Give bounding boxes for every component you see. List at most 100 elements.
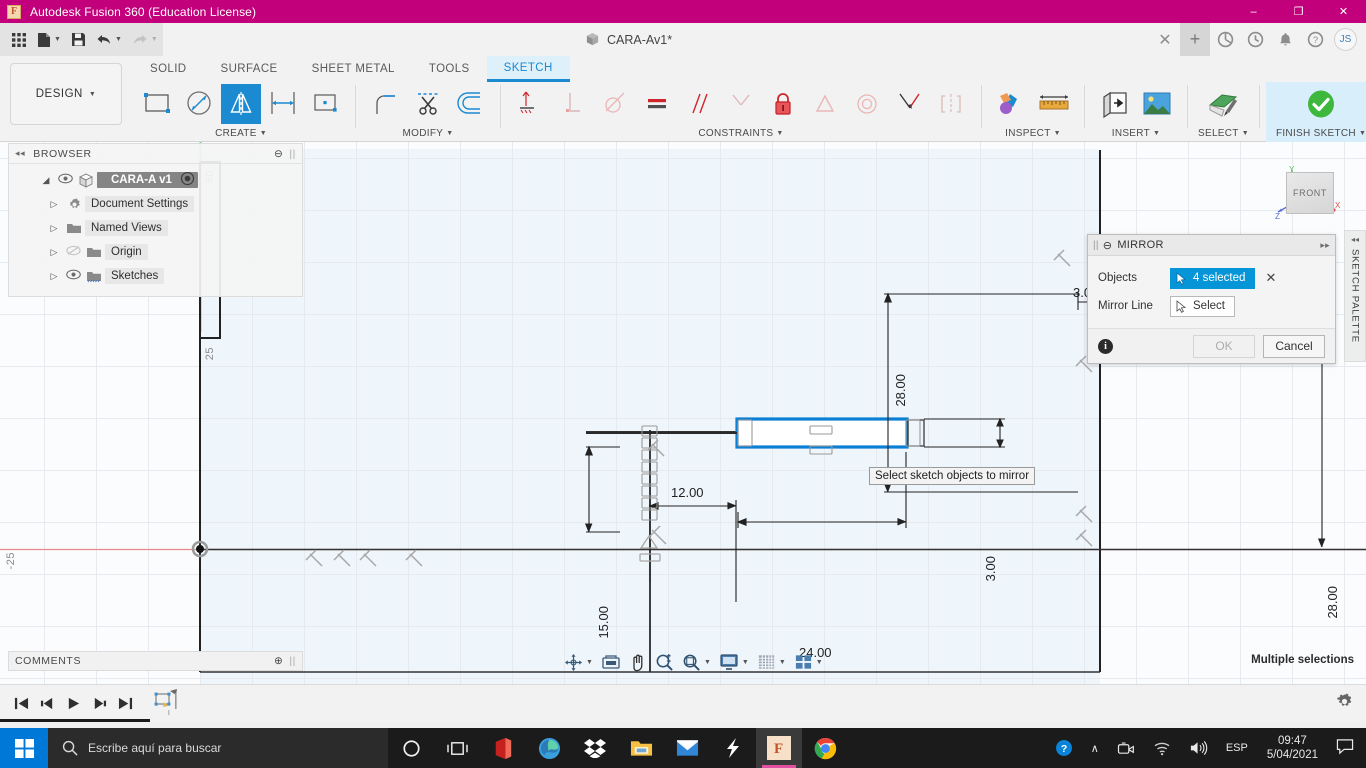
taskbar-search-box[interactable]: Escribe aquí para buscar [48, 728, 388, 768]
undo-icon[interactable]: ▼ [91, 28, 127, 52]
tab-surface[interactable]: SURFACE [204, 56, 295, 82]
chevron-down-icon[interactable]: ▼ [779, 659, 786, 666]
chevron-down-icon[interactable]: ▼ [151, 36, 158, 43]
dimension-value[interactable]: 28.00 [1325, 586, 1340, 619]
document-tab[interactable]: CARA-Av1* [585, 23, 672, 56]
chevron-down-icon[interactable]: ▼ [1242, 130, 1249, 137]
browser-item-named-views[interactable]: ▷ Named Views [9, 216, 302, 240]
dimension-value[interactable]: 15.00 [596, 606, 611, 639]
task-view-icon[interactable] [434, 728, 480, 768]
tray-chevron-up-icon[interactable]: ∧ [1082, 742, 1108, 755]
close-button[interactable]: ✕ [1321, 0, 1366, 23]
notification-icon[interactable] [1328, 738, 1366, 758]
workspace-switcher[interactable]: DESIGN ▼ [10, 63, 122, 125]
browser-item-root[interactable]: ◢ CARA-A v1 [9, 168, 302, 192]
job-status-icon[interactable] [1240, 23, 1270, 56]
dropbox-icon[interactable] [572, 728, 618, 768]
finish-sketch-check-icon[interactable] [1301, 84, 1341, 124]
display-settings-icon[interactable]: ▼ [716, 653, 752, 671]
cancel-button[interactable]: Cancel [1263, 334, 1325, 358]
visibility-hidden-icon[interactable] [63, 245, 83, 259]
orbit-icon[interactable]: ▼ [561, 653, 596, 672]
finish-sketch-button[interactable]: FINISH SKETCH ▼ [1265, 82, 1366, 142]
modify-trim-icon[interactable] [408, 84, 448, 124]
constraint-horizontal-vertical-icon[interactable] [637, 84, 677, 124]
inspect-ruler-icon[interactable] [1034, 84, 1074, 124]
expand-triangle-icon[interactable]: ◢ [37, 175, 55, 186]
mirror-line-selection[interactable]: Select [1170, 295, 1235, 317]
chevron-down-icon[interactable]: ▼ [776, 130, 783, 137]
pan-icon[interactable] [626, 653, 650, 672]
lightning-icon[interactable] [710, 728, 756, 768]
visibility-eye-icon[interactable] [63, 269, 83, 283]
create-dimension-icon[interactable] [263, 84, 303, 124]
add-comment-icon[interactable]: ⊕ [274, 655, 283, 667]
select-tool-icon[interactable] [1203, 84, 1243, 124]
chevron-down-icon[interactable]: ▼ [446, 130, 453, 137]
constraint-perpendicular-icon[interactable] [553, 84, 593, 124]
chevron-down-icon[interactable]: ▼ [1359, 130, 1366, 137]
document-tab-close-icon[interactable]: ✕ [1150, 23, 1180, 56]
save-icon[interactable] [66, 28, 91, 52]
mirror-dialog[interactable]: || ⊖ MIRROR ▸▸ Objects 4 selected ✕ Mirr… [1087, 234, 1336, 364]
browser-minimize-icon[interactable]: ⊖ [274, 148, 283, 160]
chevron-down-icon[interactable]: ▼ [1054, 130, 1061, 137]
modify-fillet-icon[interactable] [366, 84, 406, 124]
sketch-palette-tab[interactable]: ◂◂ SKETCH PALETTE [1344, 230, 1366, 362]
expand-triangle-icon[interactable]: ▷ [45, 199, 63, 210]
browser-grip-icon[interactable]: || [289, 148, 296, 160]
view-cube-front-face[interactable]: FRONT [1286, 172, 1334, 214]
sketch-feature-icon[interactable] [152, 686, 182, 721]
modify-offset-icon[interactable] [450, 84, 490, 124]
browser-item-sketches[interactable]: ▷ Sketches [9, 264, 302, 288]
comments-grip-icon[interactable]: || [289, 655, 296, 667]
constraint-fix-icon[interactable] [763, 84, 803, 124]
create-rectangle-icon[interactable] [137, 84, 177, 124]
browser-item-document-settings[interactable]: ▷ Document Settings [9, 192, 302, 216]
user-avatar[interactable]: JS [1334, 28, 1357, 51]
tab-solid[interactable]: SOLID [133, 56, 204, 82]
file-explorer-icon[interactable] [618, 728, 664, 768]
viewports-icon[interactable]: ▼ [791, 653, 826, 671]
comments-panel[interactable]: COMMENTS ⊕ || [8, 651, 303, 671]
maximize-button[interactable]: ❐ [1276, 0, 1321, 23]
camera-icon[interactable] [1108, 741, 1144, 756]
browser-root-radio-icon[interactable] [180, 171, 195, 189]
language-indicator[interactable]: ESP [1217, 742, 1257, 754]
tab-sketch[interactable]: SKETCH [486, 56, 570, 82]
dialog-collapse-icon[interactable]: ⊖ [1103, 239, 1113, 252]
dimension-value[interactable]: 3.00 [983, 556, 998, 581]
mirror-objects-selection[interactable]: 4 selected [1170, 267, 1256, 289]
constraint-coincident-icon[interactable] [511, 84, 551, 124]
fusion360-icon[interactable]: F [756, 728, 802, 768]
redo-icon[interactable]: ▼ [127, 28, 163, 52]
constraint-equal-icon[interactable] [721, 84, 761, 124]
bell-icon[interactable] [1270, 23, 1300, 56]
chevron-down-icon[interactable]: ▼ [1153, 130, 1160, 137]
chevron-down-icon[interactable]: ▼ [816, 659, 823, 666]
constraint-tangent-icon[interactable] [595, 84, 635, 124]
visibility-eye-icon[interactable] [55, 173, 75, 187]
mirror-dialog-header[interactable]: || ⊖ MIRROR ▸▸ [1088, 235, 1335, 256]
palette-expand-icon[interactable]: ◂◂ [1351, 235, 1359, 244]
browser-item-origin[interactable]: ▷ Origin [9, 240, 302, 264]
info-icon[interactable]: i [1098, 338, 1113, 354]
timeline-settings-icon[interactable] [1335, 692, 1354, 716]
expand-triangle-icon[interactable]: ▷ [45, 247, 63, 258]
constraint-curvature-icon[interactable] [889, 84, 929, 124]
create-mirror-icon[interactable] [221, 84, 261, 124]
constraint-concentric-icon[interactable] [847, 84, 887, 124]
ok-button[interactable]: OK [1193, 334, 1255, 358]
dialog-grip-icon[interactable]: || [1093, 240, 1099, 251]
play-icon[interactable] [60, 696, 86, 711]
constraint-symmetry-icon[interactable] [931, 84, 971, 124]
fit-icon[interactable]: ▼ [679, 653, 714, 672]
tab-tools[interactable]: TOOLS [412, 56, 487, 82]
dimension-value[interactable]: 12.00 [671, 485, 704, 500]
step-forward-icon[interactable] [86, 696, 112, 711]
insert-canvas-icon[interactable] [1137, 84, 1177, 124]
mirror-objects-clear-icon[interactable]: ✕ [1265, 270, 1276, 286]
constraint-parallel-icon[interactable] [679, 84, 719, 124]
chevron-down-icon[interactable]: ▼ [260, 130, 267, 137]
chrome-icon[interactable] [802, 728, 848, 768]
